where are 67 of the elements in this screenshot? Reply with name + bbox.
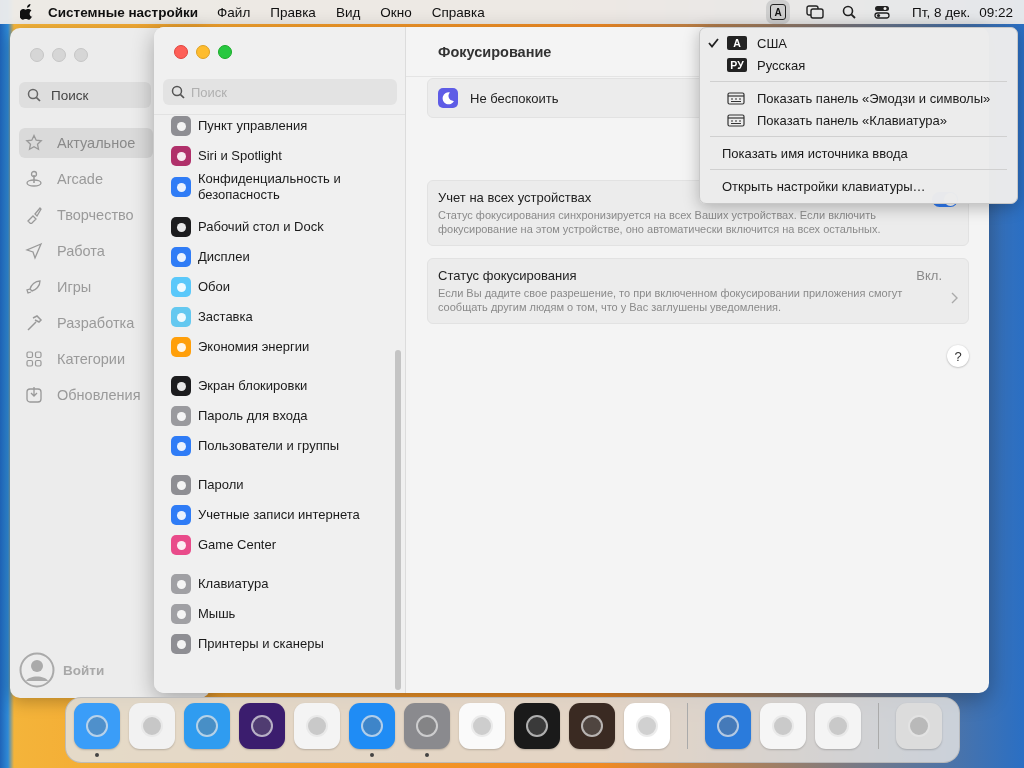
app-icon[interactable] [514, 703, 560, 749]
menu-item-label[interactable]: Открыть настройки клавиатуры… [722, 178, 926, 194]
option-title: Учет на всех устройствах [438, 190, 593, 205]
windows-icon [806, 5, 824, 19]
input-source-badge: РУ [727, 58, 747, 72]
star-icon [25, 134, 43, 152]
sidebar-item[interactable]: Game Center [154, 530, 405, 560]
rocket-icon [25, 278, 43, 296]
window-control-button[interactable] [52, 48, 66, 62]
sidebar-item[interactable]: Принтеры и сканеры [154, 629, 405, 659]
sidebar-item[interactable]: Конфиденциальность и безопасность [154, 171, 405, 203]
option-title: Статус фокусирования [438, 268, 578, 283]
sidebar-item[interactable]: Клавиатура [154, 569, 405, 599]
menu-item[interactable]: Справка [431, 4, 485, 20]
search-field[interactable]: Поиск [19, 82, 151, 108]
sidebar-item[interactable]: Заставка [154, 302, 405, 332]
download-icon [25, 386, 43, 404]
paper-plane-icon [25, 242, 43, 260]
sidebar-item[interactable]: Экономия энергии [154, 332, 405, 362]
search-icon [27, 88, 41, 102]
menu-item-label[interactable]: США [757, 35, 787, 51]
option-description: Статус фокусирования синхронизируется на всех Ваших устройствах. Если включить фокусирование на этом устройстве, оно автоматически включится на всех остальных. [438, 208, 882, 236]
menu-item[interactable]: Файл [217, 4, 251, 20]
menu-item[interactable]: Вид [335, 4, 361, 20]
sidebar-item[interactable]: Дисплеи [154, 242, 405, 272]
sidebar-item[interactable]: Обои [154, 272, 405, 302]
menu-item[interactable]: Правка [270, 4, 316, 20]
sidebar-item[interactable]: Пароли [154, 470, 405, 500]
avatar-icon [19, 652, 55, 688]
window-control-button[interactable] [74, 48, 88, 62]
joystick-icon [25, 170, 43, 188]
sidebar-item[interactable]: Пользователи и группы [154, 431, 405, 461]
sidebar-item[interactable]: Учетные записи интернета [154, 500, 405, 530]
window-control-button[interactable] [196, 45, 210, 59]
option-description: Если Вы дадите свое разрешение, то при включенном фокусировании приложения смогут сообщать другим людям о том, что у Вас заглушены уведомления. [438, 286, 904, 314]
brush-icon [25, 206, 43, 224]
input-source-badge: A [727, 36, 747, 50]
window-control-button[interactable] [218, 45, 232, 59]
sidebar-item[interactable]: Пункт управления [154, 115, 405, 141]
menu-bar-clock: 09:22 [979, 4, 1013, 20]
sidebar-item[interactable]: Рабочий стол и Dock [154, 212, 405, 242]
menu-bar-date: Пт, 8 дек. [912, 4, 971, 20]
keyboard-window-icon [727, 113, 745, 127]
page-title: Фокусирование [438, 43, 552, 60]
option-value: Вкл. [916, 268, 942, 283]
sidebar-item[interactable]: Экран блокировки [154, 371, 405, 401]
apple-icon [20, 4, 34, 20]
app-menu[interactable]: Системные настройки [48, 4, 199, 20]
hammer-icon [25, 314, 43, 332]
search-icon [842, 5, 856, 19]
menu-item[interactable]: Окно [380, 4, 412, 20]
menu-item-label[interactable]: Показать имя источника ввода [722, 145, 908, 161]
search-icon [171, 85, 185, 99]
menu-item-label[interactable]: Русская [757, 57, 806, 73]
app-icon[interactable] [239, 703, 285, 749]
app-icon[interactable] [569, 703, 615, 749]
help-button[interactable]: ? [947, 345, 969, 367]
control-center-icon [874, 5, 890, 19]
window-control-button[interactable] [30, 48, 44, 62]
sidebar-item[interactable]: Пароль для входа [154, 401, 405, 431]
grid-icon [25, 350, 43, 368]
chevron-right-icon [950, 292, 958, 304]
sidebar-item[interactable]: Siri и Spotlight [154, 141, 405, 171]
window-control-button[interactable] [174, 45, 188, 59]
scrollbar-thumb[interactable] [395, 350, 401, 690]
keyboard-window-icon [727, 91, 745, 105]
sidebar-item[interactable]: Мышь [154, 599, 405, 629]
